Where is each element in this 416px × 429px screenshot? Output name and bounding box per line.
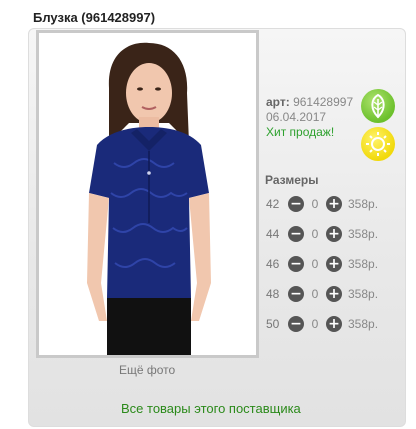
article-number: 961428997 [293,95,354,109]
article-label: арт: [266,95,290,109]
size-value: 50 [266,317,280,331]
quantity-value: 0 [311,227,319,241]
size-value: 48 [266,287,280,301]
size-row: 44 − 0 + 358р. [266,225,378,243]
size-value: 42 [266,197,280,211]
size-value: 46 [266,257,280,271]
product-info: арт: 961428997 06.04.2017 Хит продаж! [266,95,353,140]
price-value: 358р. [348,227,379,241]
size-value: 44 [266,227,280,241]
product-photo-frame[interactable] [36,30,259,358]
quantity-value: 0 [311,257,319,271]
bestseller-label: Хит продаж! [266,125,335,139]
minus-button[interactable]: − [288,226,304,242]
minus-button[interactable]: − [288,256,304,272]
quantity-value: 0 [311,287,319,301]
sizes-heading: Размеры [265,173,319,187]
plus-button[interactable]: + [326,226,342,242]
plus-button[interactable]: + [326,286,342,302]
size-row: 48 − 0 + 358р. [266,285,378,303]
minus-button[interactable]: − [288,286,304,302]
size-row: 46 − 0 + 358р. [266,255,378,273]
size-row: 42 − 0 + 358р. [266,195,378,213]
minus-button[interactable]: − [288,316,304,332]
product-photo[interactable] [39,33,256,355]
price-value: 358р. [348,257,379,271]
plus-button[interactable]: + [326,256,342,272]
sun-icon [361,127,395,161]
price-value: 358р. [348,317,379,331]
leaf-icon [361,89,395,123]
price-value: 358р. [348,287,379,301]
price-value: 358р. [348,197,379,211]
quantity-value: 0 [311,317,319,331]
plus-button[interactable]: + [326,316,342,332]
plus-button[interactable]: + [326,196,342,212]
product-title: Блузка (961428997) [33,10,156,25]
size-row: 50 − 0 + 358р. [266,315,378,333]
supplier-products-link[interactable]: Все товары этого поставщика [121,401,301,416]
date-added: 06.04.2017 [266,110,327,124]
more-photos-link[interactable]: Ещё фото [119,363,175,377]
quantity-value: 0 [311,197,319,211]
minus-button[interactable]: − [288,196,304,212]
